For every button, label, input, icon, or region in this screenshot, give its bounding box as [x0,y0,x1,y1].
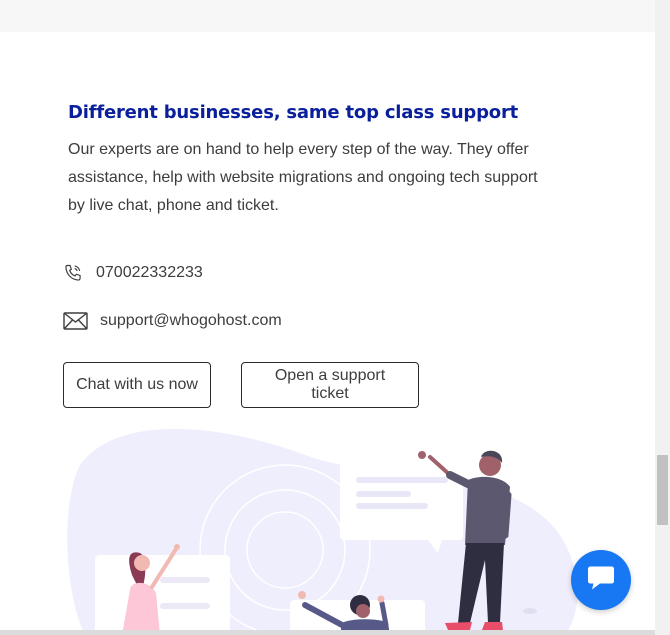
live-chat-launcher[interactable] [571,550,631,610]
support-team-illustration [67,428,578,635]
section-description: Our experts are on hand to help every st… [68,141,538,214]
vertical-scrollbar-thumb[interactable] [657,455,668,525]
chat-with-us-button[interactable]: Chat with us now [63,362,211,408]
envelope-icon [62,310,88,332]
section-heading: Different businesses, same top class sup… [68,102,519,123]
open-support-ticket-button[interactable]: Open a support ticket [241,362,419,408]
phone-icon [62,262,84,284]
email-address: support@whogohost.com [100,312,282,329]
chat-bubble-icon [586,565,616,596]
phone-contact[interactable]: 070022332233 [62,262,203,284]
phone-number: 070022332233 [96,264,203,281]
vertical-scrollbar[interactable] [655,0,670,635]
email-contact[interactable]: support@whogohost.com [62,310,282,332]
horizontal-scrollbar[interactable] [0,630,655,635]
top-section-band [0,0,655,32]
